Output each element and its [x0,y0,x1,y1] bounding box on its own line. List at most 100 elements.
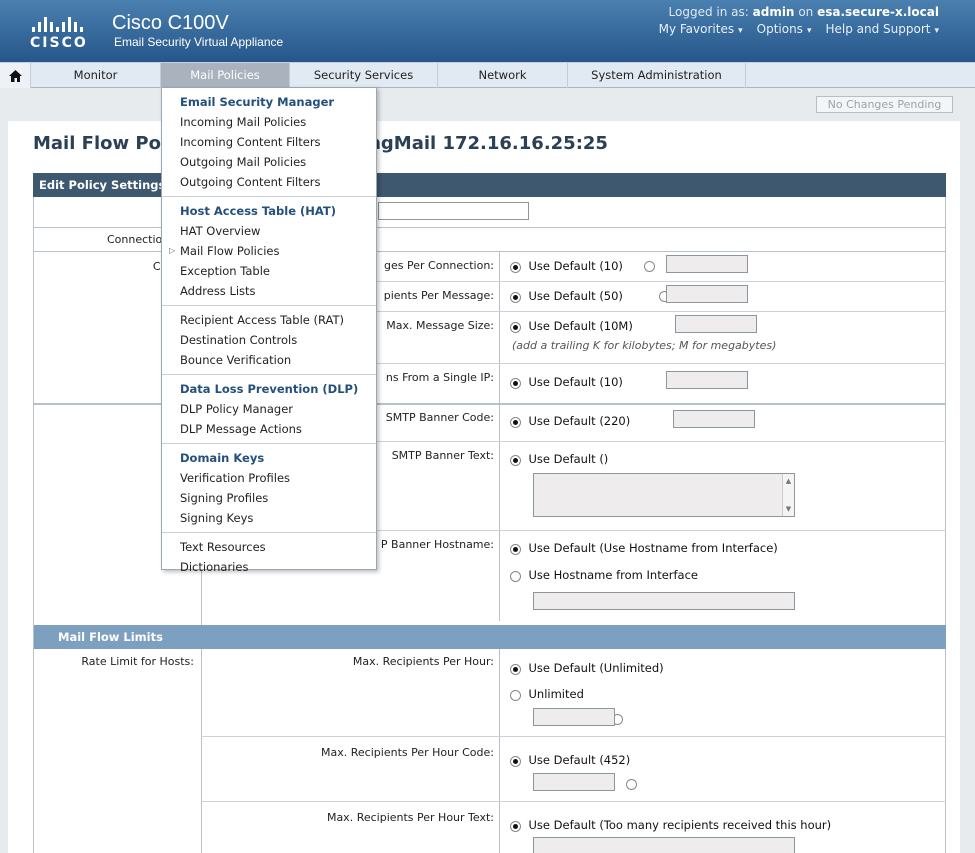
home-icon [9,70,22,82]
menu-item-outgoing-content-filters[interactable]: Outgoing Content Filters [162,172,376,192]
caret-down-icon: ▾ [934,26,939,36]
menu-item-recipient-access-table[interactable]: Recipient Access Table (RAT) [162,310,376,330]
menu-item-incoming-mail-policies[interactable]: Incoming Mail Policies [162,112,376,132]
message-size-hint: (add a trailing K for kilobytes; M for m… [512,339,777,352]
changes-pending-button[interactable]: No Changes Pending [816,96,953,113]
row-options: Use Default (10) [510,375,623,389]
menu-item-verification-profiles[interactable]: Verification Profiles [162,468,376,488]
hostname-from-interface-label: Use Hostname from Interface [528,568,699,582]
menu-item-dlp-policy-manager[interactable]: DLP Policy Manager [162,399,376,419]
use-default-label: Use Default (10) [528,375,623,389]
tab-mail-policies[interactable]: Mail Policies [161,63,290,88]
my-favorites-link[interactable]: My Favorites ▾ [659,22,743,36]
row-options: Use Default () [510,452,608,466]
use-default-label: Use Default (10M) [528,319,633,333]
mail-flow-limits-bar-wrap: Mail Flow Limits [34,625,946,649]
max-recipients-per-hour-text-label: Max. Recipients Per Hour Text: [326,811,494,824]
use-default-label: Use Default (Unlimited) [528,661,664,675]
use-default-label: Use Default (10) [528,259,623,273]
cisco-bars-icon [30,14,94,32]
max-message-size-input[interactable] [675,315,757,333]
menu-item-hat-overview[interactable]: HAT Overview [162,221,376,241]
menu-item-dictionaries[interactable]: Dictionaries [162,557,376,577]
row-options: Use Default (Unlimited) [510,661,664,675]
logged-in-user: admin [752,5,795,19]
menu-head-hat[interactable]: Host Access Table (HAT) [162,201,376,221]
menu-item-exception-table[interactable]: Exception Table [162,261,376,281]
product-subtitle: Email Security Virtual Appliance [114,35,284,49]
home-button[interactable] [0,63,31,88]
use-default-label: Use Default (220) [528,414,631,428]
caret-down-icon: ▾ [738,26,743,36]
tab-security-services[interactable]: Security Services [290,63,438,88]
logged-in-prefix: Logged in as: [668,5,749,19]
menu-group-resources: Text Resources Dictionaries [162,533,376,581]
logged-in-host: esa.secure-x.local [817,5,939,19]
row-options: Use Default (10) [510,259,623,273]
smtp-banner-code-input[interactable] [673,410,755,428]
help-and-support-link[interactable]: Help and Support ▾ [825,22,939,36]
custom-value-radio[interactable] [644,260,655,272]
menu-head-email-security-manager[interactable]: Email Security Manager [162,92,376,112]
cisco-logo[interactable]: CISCO [30,14,94,51]
max-messages-input[interactable] [666,255,748,273]
menu-item-address-lists[interactable]: Address Lists [162,281,376,301]
row-options: Use Default (Too many recipients receive… [510,818,831,832]
menu-item-incoming-content-filters[interactable]: Incoming Content Filters [162,132,376,152]
unlimited-radio[interactable] [510,689,521,701]
logo-word: CISCO [30,35,88,51]
menu-item-mail-flow-policies[interactable]: ▷ Mail Flow Policies [162,241,376,261]
max-recipients-per-hour-code-input[interactable] [533,773,615,791]
options-link[interactable]: Options ▾ [757,22,812,36]
max-recipients-per-hour-input[interactable] [533,708,615,726]
scrollbar[interactable]: ▲ ▼ [782,474,794,516]
unlimited-label: Unlimited [528,687,584,701]
use-default-radio[interactable] [510,261,521,273]
current-item-arrow-icon: ▷ [169,246,176,255]
hostname-from-interface-radio[interactable] [510,570,521,582]
max-recipients-input[interactable] [666,285,748,303]
menu-item-outgoing-mail-policies[interactable]: Outgoing Mail Policies [162,152,376,172]
tab-network[interactable]: Network [438,63,568,88]
menu-group-rat: Recipient Access Table (RAT) Destination… [162,306,376,375]
menu-item-destination-controls[interactable]: Destination Controls [162,330,376,350]
row-options: Use Default (220) [510,414,630,428]
row-options: Unlimited [510,687,584,701]
use-default-radio[interactable] [510,291,521,303]
name-input[interactable] [378,202,529,220]
use-default-radio[interactable] [510,321,521,333]
use-default-radio[interactable] [510,543,521,555]
use-default-radio[interactable] [510,416,521,428]
smtp-banner-text-textarea[interactable]: ▲ ▼ [533,473,795,517]
smtp-banner-hostname-input[interactable] [533,592,795,610]
use-default-label: Use Default () [528,452,609,466]
max-recipients-per-hour-text-textarea[interactable] [533,837,795,853]
max-connections-input[interactable] [666,371,748,389]
menu-item-bounce-verification[interactable]: Bounce Verification [162,350,376,370]
menu-item-signing-keys[interactable]: Signing Keys [162,508,376,528]
menu-item-text-resources[interactable]: Text Resources [162,537,376,557]
row-options: Use Default (10M) [510,319,633,333]
menu-group-domain-keys: Domain Keys Verification Profiles Signin… [162,444,376,533]
menu-head-domain-keys[interactable]: Domain Keys [162,448,376,468]
custom-value-radio[interactable] [626,778,637,790]
product-title: Cisco C100V [112,12,229,34]
tab-system-administration[interactable]: System Administration [568,63,746,88]
caret-down-icon: ▾ [806,26,812,36]
mail-policies-menu: Email Security Manager Incoming Mail Pol… [161,87,377,574]
rate-limit-for-hosts-label: Rate Limit for Hosts: [81,655,194,668]
use-default-label: Use Default (50) [528,289,623,303]
menu-head-dlp[interactable]: Data Loss Prevention (DLP) [162,379,376,399]
use-default-radio[interactable] [510,454,521,466]
menu-item-dlp-message-actions[interactable]: DLP Message Actions [162,419,376,439]
use-default-radio[interactable] [510,663,521,675]
logged-in-status: Logged in as: admin on esa.secure-x.loca… [669,5,939,19]
use-default-radio[interactable] [510,755,521,767]
logged-in-on: on [798,5,814,19]
use-default-radio[interactable] [510,377,521,389]
menu-group-email-security-manager: Email Security Manager Incoming Mail Pol… [162,88,376,197]
menu-item-signing-profiles[interactable]: Signing Profiles [162,488,376,508]
header: CISCO Cisco C100V Email Security Virtual… [0,0,975,62]
use-default-radio[interactable] [510,820,521,832]
tab-monitor[interactable]: Monitor [31,63,161,88]
